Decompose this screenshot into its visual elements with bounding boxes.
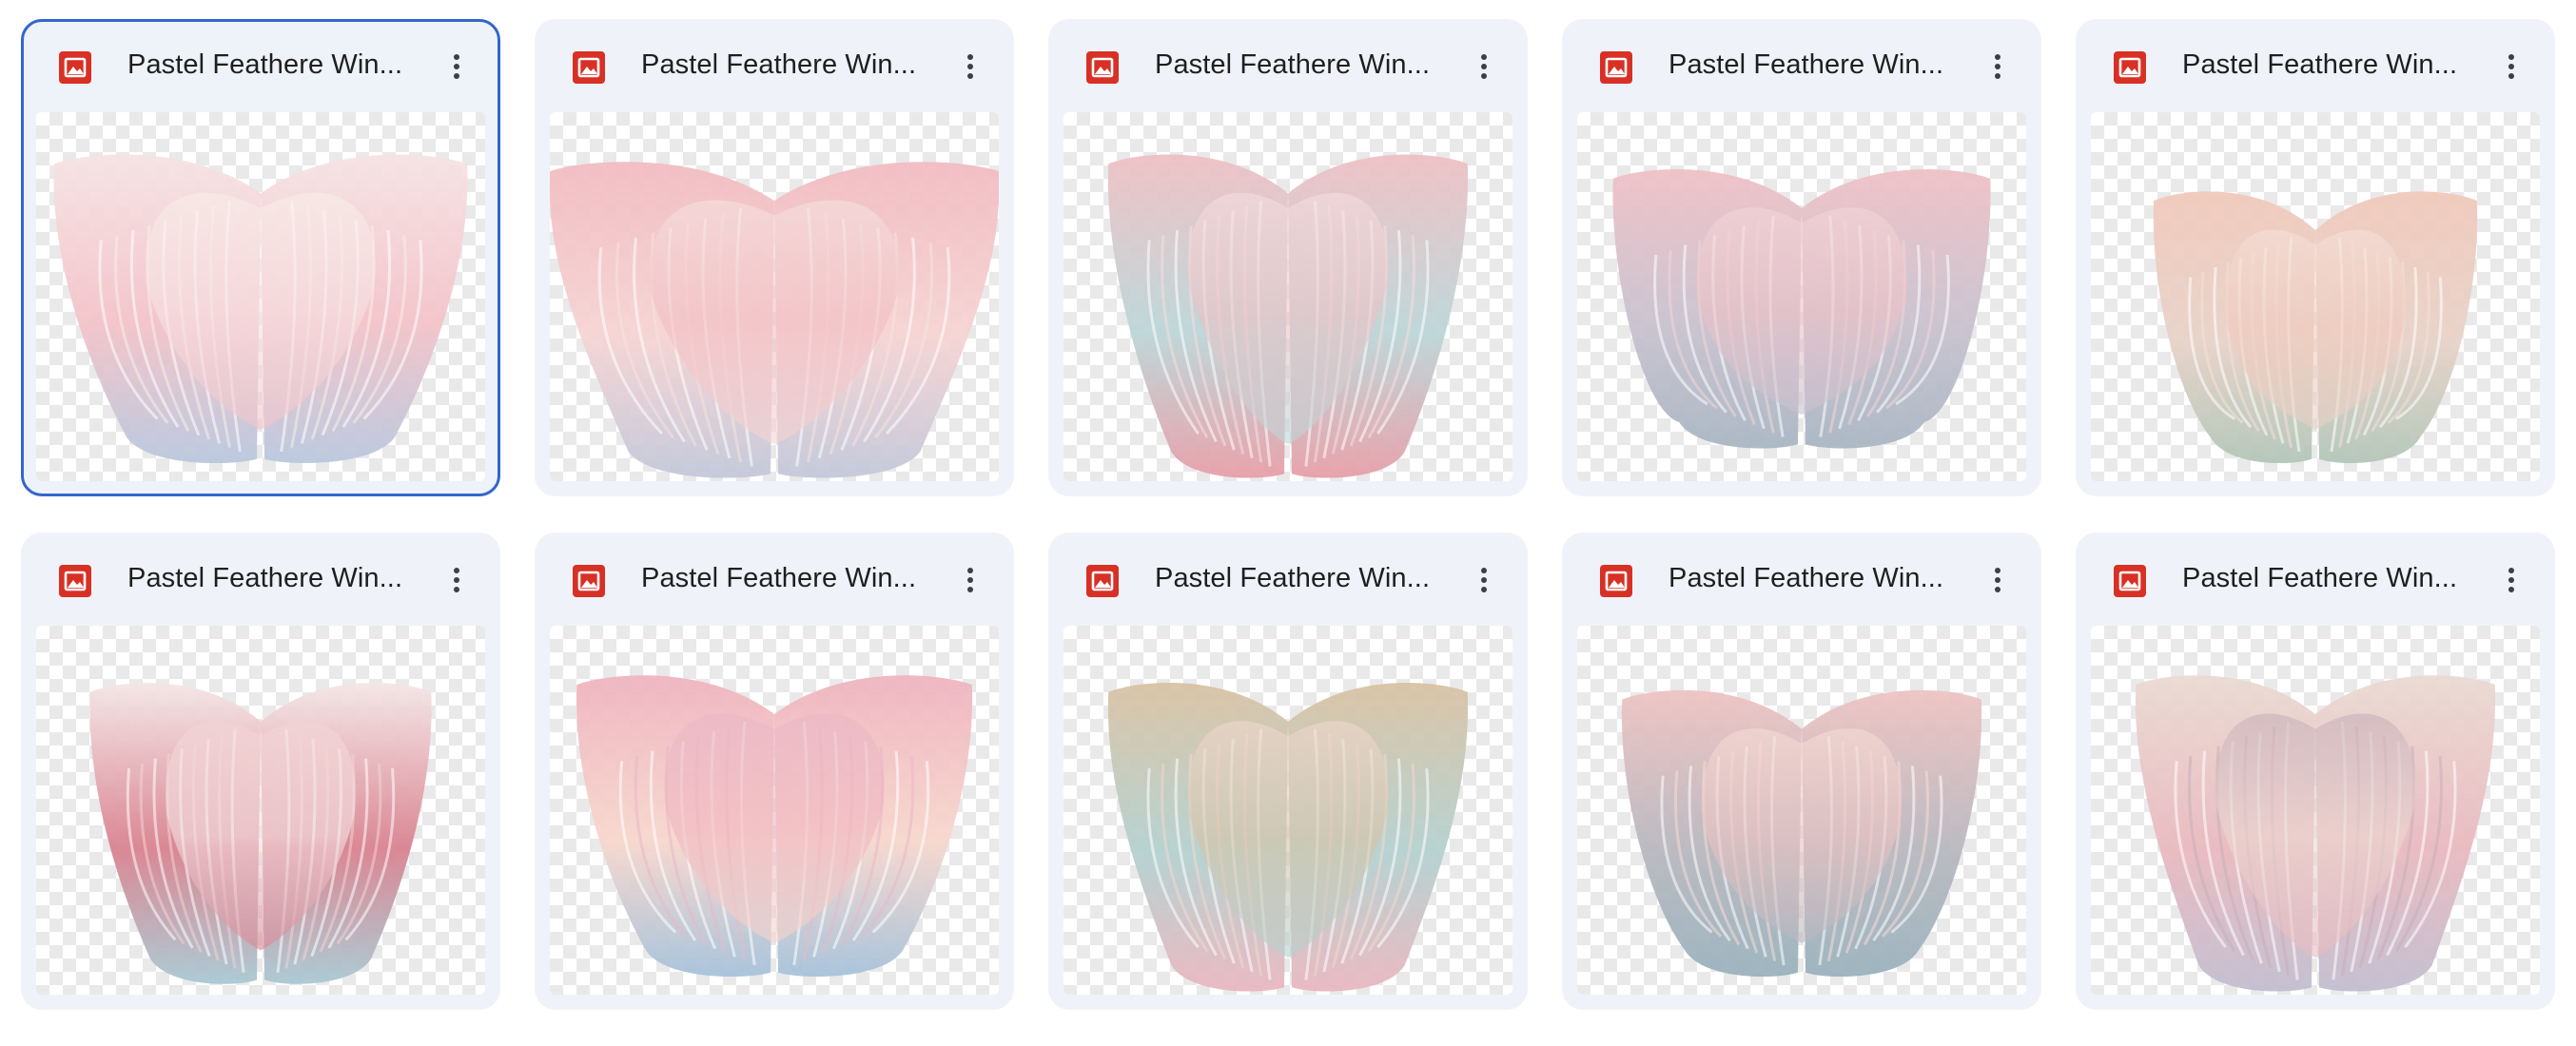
file-title: Pastel Feathere Win... [1669, 49, 1944, 80]
image-file-icon [2114, 565, 2146, 597]
file-card[interactable]: Pastel Feathere Win... [1048, 19, 1528, 496]
file-card[interactable]: Pastel Feathere Win... [535, 533, 1014, 1010]
file-card[interactable]: Pastel Feathere Win... [1562, 533, 2041, 1010]
more-vert-icon [454, 54, 459, 79]
image-thumbnail[interactable] [36, 112, 485, 481]
file-card-header: Pastel Feathere Win... [1048, 19, 1528, 110]
more-vert-icon [454, 568, 459, 592]
wings-artwork [89, 683, 432, 984]
image-file-icon [59, 565, 91, 597]
file-card-header: Pastel Feathere Win... [535, 533, 1014, 624]
file-card-header: Pastel Feathere Win... [1048, 533, 1528, 624]
more-vert-icon [967, 568, 973, 592]
more-vert-icon [1995, 568, 2000, 592]
image-file-icon [59, 51, 91, 84]
file-title: Pastel Feathere Win... [641, 49, 917, 80]
image-thumbnail[interactable] [1577, 626, 2026, 995]
wings-artwork [576, 675, 973, 978]
file-title: Pastel Feathere Win... [641, 563, 917, 593]
file-card-header: Pastel Feathere Win... [2076, 19, 2555, 110]
more-options-button[interactable] [436, 46, 478, 87]
more-vert-icon [1481, 568, 1487, 592]
image-file-icon [2114, 51, 2146, 84]
file-card[interactable]: Pastel Feathere Win... [21, 533, 500, 1010]
file-card-header: Pastel Feathere Win... [1562, 533, 2041, 624]
image-thumbnail[interactable] [550, 112, 999, 481]
image-file-icon [1086, 51, 1119, 84]
image-file-icon [1600, 565, 1632, 597]
image-thumbnail[interactable] [36, 626, 485, 995]
wings-artwork [2135, 675, 2496, 992]
wings-artwork [1621, 689, 1982, 978]
file-card[interactable]: Pastel Feathere Win... [2076, 533, 2555, 1010]
image-thumbnail[interactable] [2091, 626, 2540, 995]
wings-artwork [550, 162, 999, 478]
file-title: Pastel Feathere Win... [2182, 49, 2458, 80]
image-file-icon [573, 51, 605, 84]
file-card-header: Pastel Feathere Win... [24, 22, 498, 113]
file-title: Pastel Feathere Win... [1155, 563, 1431, 593]
file-card[interactable]: Pastel Feathere Win... [535, 19, 1014, 496]
more-vert-icon [967, 54, 973, 79]
wings-artwork [2153, 191, 2478, 464]
image-thumbnail[interactable] [550, 626, 999, 995]
file-card[interactable]: Pastel Feathere Win... [1562, 19, 2041, 496]
more-options-button[interactable] [1977, 46, 2019, 87]
more-vert-icon [2508, 54, 2514, 79]
file-card[interactable]: Pastel Feathere Win... [1048, 533, 1528, 1010]
wings-artwork [53, 154, 468, 464]
file-card-header: Pastel Feathere Win... [1562, 19, 2041, 110]
file-card-header: Pastel Feathere Win... [535, 19, 1014, 110]
image-thumbnail[interactable] [1064, 626, 1512, 995]
more-options-button[interactable] [2490, 559, 2532, 601]
wings-artwork [1612, 169, 1991, 449]
more-options-button[interactable] [436, 559, 478, 601]
wings-artwork [1107, 683, 1469, 992]
more-vert-icon [2508, 568, 2514, 592]
file-card[interactable]: Pastel Feathere Win... [21, 19, 500, 496]
file-title: Pastel Feathere Win... [1669, 563, 1944, 593]
file-title: Pastel Feathere Win... [127, 49, 403, 80]
more-options-button[interactable] [1463, 559, 1505, 601]
more-options-button[interactable] [1977, 559, 2019, 601]
image-file-icon [1086, 565, 1119, 597]
image-thumbnail[interactable] [1064, 112, 1512, 481]
more-options-button[interactable] [1463, 46, 1505, 87]
file-title: Pastel Feathere Win... [1155, 49, 1431, 80]
image-file-icon [1600, 51, 1632, 84]
more-vert-icon [1481, 54, 1487, 79]
more-options-button[interactable] [949, 559, 991, 601]
more-vert-icon [1995, 54, 2000, 79]
image-file-icon [573, 565, 605, 597]
more-options-button[interactable] [949, 46, 991, 87]
file-card-header: Pastel Feathere Win... [21, 533, 500, 624]
file-title: Pastel Feathere Win... [2182, 563, 2458, 593]
image-thumbnail[interactable] [1577, 112, 2026, 481]
file-card-header: Pastel Feathere Win... [2076, 533, 2555, 624]
file-grid: Pastel Feathere Win... Pastel Feathere W… [21, 19, 2555, 1010]
more-options-button[interactable] [2490, 46, 2532, 87]
file-title: Pastel Feathere Win... [127, 563, 403, 593]
wings-artwork [1107, 154, 1469, 478]
image-thumbnail[interactable] [2091, 112, 2540, 481]
file-card[interactable]: Pastel Feathere Win... [2076, 19, 2555, 496]
